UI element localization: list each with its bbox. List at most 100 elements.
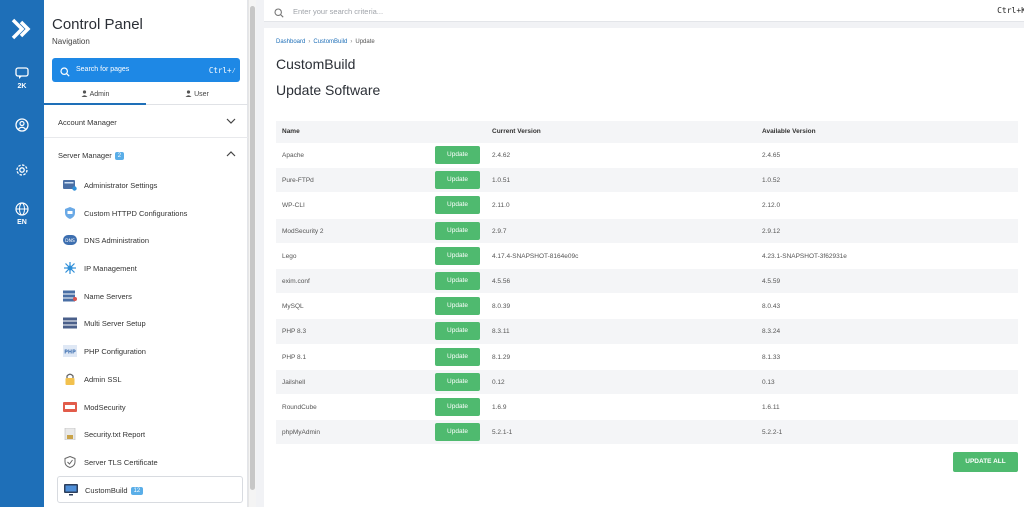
sidebar-tabs: Admin User — [44, 88, 248, 105]
update-button[interactable]: Update — [435, 221, 480, 240]
menu-item-label: Security.txt Report — [84, 430, 146, 439]
name-servers-icon — [63, 290, 77, 302]
update-button[interactable]: Update — [435, 322, 480, 341]
current-version: 2.9.7 — [492, 227, 507, 235]
menu-item-multi-server-setup[interactable]: Multi Server Setup — [57, 310, 243, 337]
account-manager-label: Account Manager — [58, 118, 117, 127]
table-row: exim.conf Update 4.5.56 4.5.59 — [276, 268, 1018, 295]
breadcrumb: Dashboard › CustomBuild › Update — [276, 39, 375, 45]
update-button[interactable]: Update — [435, 246, 480, 265]
menu-item-admin-ssl[interactable]: Admin SSL — [57, 366, 243, 393]
main-content: Dashboard › CustomBuild › Update CustomBuild… — [264, 28, 1024, 507]
current-version: 8.3.11 — [492, 328, 510, 336]
current-version: 2.4.62 — [492, 152, 511, 159]
page-search-shortcut: Ctrl+⁄ — [208, 66, 236, 75]
global-search-placeholder: Enter your search criteria... — [293, 7, 384, 16]
update-button[interactable]: Update — [435, 297, 480, 316]
sidebar-scrollbar[interactable] — [248, 0, 256, 507]
table-body: Apache Update 2.4.62 2.4.65 Pure-FTPd Update 1… — [276, 143, 1018, 446]
menu-item-ip-management[interactable]: IP Management — [57, 255, 243, 282]
custombuild-icon — [64, 484, 78, 496]
current-version: 1.6.9 — [492, 403, 507, 411]
table-row: ModSecurity 2 Update 2.9.7 2.9.12 — [276, 218, 1018, 244]
account-manager-section[interactable]: Account Manager — [44, 112, 248, 132]
update-button[interactable]: Update — [435, 196, 480, 215]
menu-item-label: Server TLS Certificate — [84, 458, 158, 467]
update-all-button[interactable]: UPDATE ALL — [953, 452, 1018, 472]
software-name: MySQL — [282, 303, 304, 311]
update-button[interactable]: Update — [435, 423, 480, 442]
update-button[interactable]: Update — [435, 146, 480, 164]
breadcrumb-custombuild[interactable]: CustomBuild — [313, 39, 347, 45]
current-version: 8.1.29 — [492, 353, 511, 361]
available-version: 1.0.52 — [762, 177, 781, 185]
update-button[interactable]: Update — [435, 271, 480, 290]
tab-admin[interactable]: Admin — [44, 88, 146, 105]
column-current-version: Current Version — [492, 128, 541, 135]
software-name: WP-CLI — [282, 202, 305, 210]
page-search-label: Search for pages — [76, 66, 130, 73]
table-row: PHP 8.1 Update 8.1.29 8.1.33 — [276, 344, 1018, 370]
update-button[interactable]: Update — [435, 347, 480, 366]
menu-item-security-txt[interactable]: Security.txt Report — [57, 421, 243, 448]
app-rail: 2K EN — [0, 0, 44, 507]
menu-item-administrator-settings[interactable]: Administrator Settings — [57, 172, 243, 199]
software-name: Pure-FTPd — [282, 177, 314, 185]
global-search-bar[interactable]: Enter your search criteria... Ctrl+K — [264, 0, 1024, 22]
server-manager-badge: 2 — [114, 152, 125, 160]
page-search-button[interactable]: Search for pages Ctrl+⁄ — [52, 58, 240, 82]
menu-item-php-configuration[interactable]: PHP PHP Configuration — [57, 338, 243, 365]
menu-item-label: IP Management — [84, 264, 137, 273]
update-button[interactable]: Update — [435, 397, 480, 416]
breadcrumb-dashboard[interactable]: Dashboard — [276, 39, 305, 45]
available-version: 0.13 — [762, 378, 775, 386]
table-row: Apache Update 2.4.62 2.4.65 — [276, 143, 1018, 169]
current-version: 2.11.0 — [492, 202, 510, 210]
table-row: Lego Update 4.17.4-SNAPSHOT-8164e09c 4.23.1… — [276, 243, 1018, 269]
menu-item-label: PHP Configuration — [84, 347, 146, 356]
rail-item-settings[interactable] — [0, 163, 44, 177]
svg-text:DNS: DNS — [65, 238, 75, 244]
menu-item-server-tls[interactable]: Server TLS Certificate — [57, 449, 243, 476]
breadcrumb-separator: › — [350, 39, 353, 45]
tab-user[interactable]: User — [146, 88, 248, 105]
lock-icon — [63, 373, 77, 385]
scrollbar-thumb[interactable] — [250, 6, 255, 490]
menu-item-label: Administrator Settings — [84, 181, 158, 190]
tab-admin-label: Admin — [89, 91, 110, 98]
menu-item-custom-httpd[interactable]: Custom HTTPD Configurations — [57, 200, 243, 227]
menu-item-modsecurity[interactable]: ModSecurity — [57, 394, 243, 421]
menu-item-label: ModSecurity — [84, 403, 126, 412]
chat-icon — [0, 67, 44, 80]
software-name: RoundCube — [282, 403, 317, 411]
table-row: RoundCube Update 1.6.9 1.6.11 — [276, 394, 1018, 421]
rail-item-account[interactable] — [0, 118, 44, 132]
rail-language-label: EN — [17, 219, 27, 226]
menu-item-dns-administration[interactable]: DNS DNS Administration — [57, 227, 243, 254]
update-button[interactable]: Update — [435, 372, 480, 391]
available-version: 8.0.43 — [762, 303, 781, 311]
software-name: PHP 8.3 — [282, 328, 307, 336]
available-version: 1.6.11 — [762, 403, 780, 411]
global-search-shortcut: Ctrl+K — [997, 6, 1024, 15]
software-table: Name Current Version Available Version A… — [276, 121, 1018, 446]
divider — [44, 137, 248, 138]
menu-item-name-servers[interactable]: Name Servers — [57, 283, 243, 310]
rail-item-language[interactable]: EN — [0, 202, 44, 226]
software-name: Jailshell — [282, 378, 306, 386]
available-version: 8.1.33 — [762, 353, 781, 361]
rail-item-messages[interactable]: 2K — [0, 67, 44, 90]
update-button[interactable]: Update — [435, 171, 480, 190]
modsecurity-icon — [63, 401, 77, 413]
available-version: 8.3.24 — [762, 328, 781, 336]
tab-user-label: User — [194, 91, 209, 98]
software-name: PHP 8.1 — [282, 353, 307, 361]
logo-icon[interactable] — [9, 16, 35, 42]
rail-messages-count: 2K — [17, 83, 27, 90]
menu-item-custombuild[interactable]: CustomBuild 12 — [57, 476, 243, 503]
server-manager-section[interactable]: Server Manager 2 — [44, 145, 248, 165]
available-version: 2.9.12 — [762, 227, 781, 235]
current-version: 0.12 — [492, 378, 505, 386]
software-name: ModSecurity 2 — [282, 227, 324, 235]
report-icon — [63, 427, 77, 441]
